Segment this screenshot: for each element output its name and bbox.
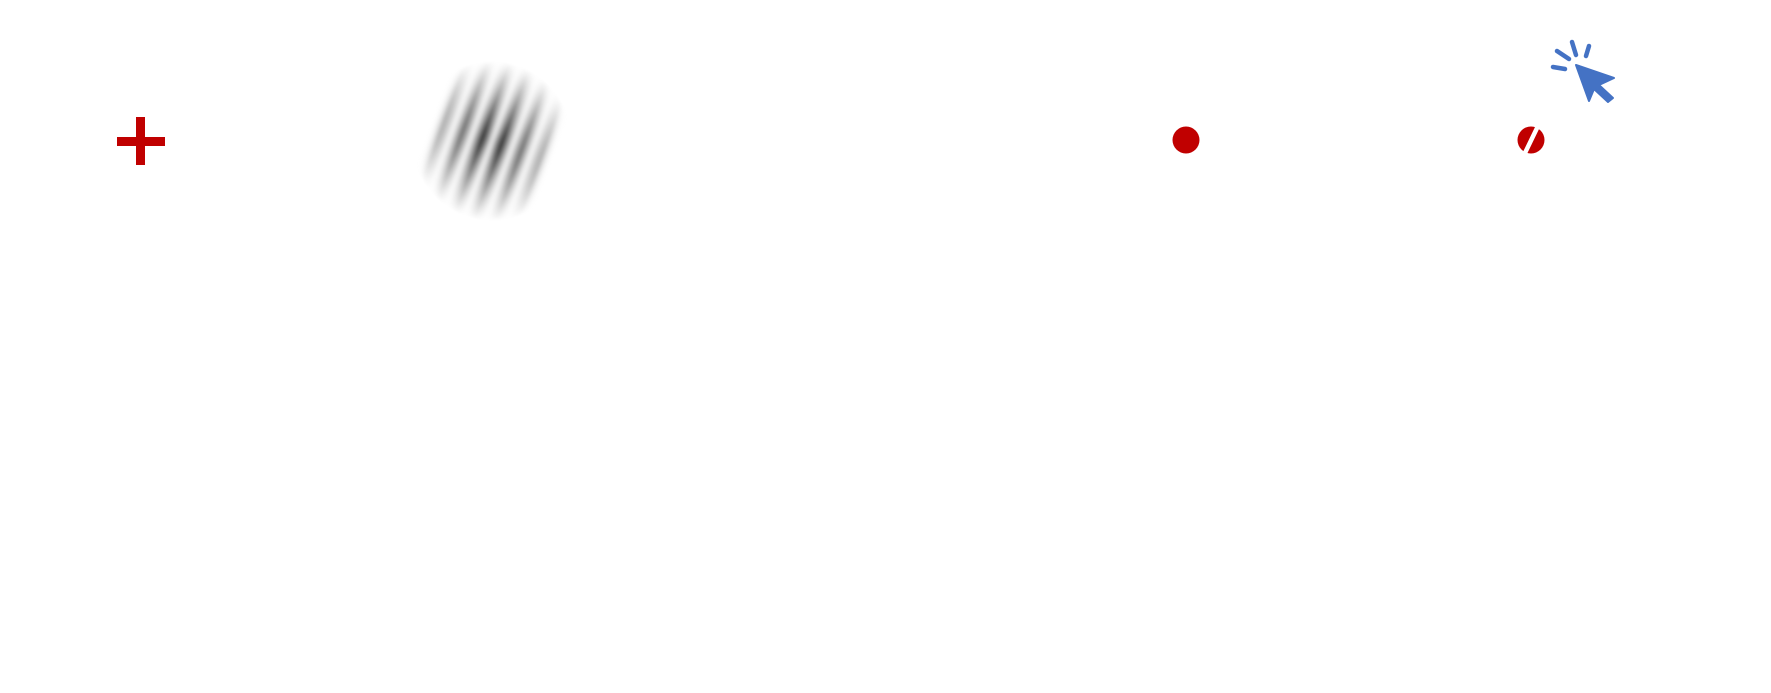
stimulus-sequence-drawing — [117, 30, 1615, 252]
gabor-patch — [401, 30, 583, 252]
red-dot — [1172, 126, 1200, 154]
stimulus-sequence-canvas — [0, 0, 1771, 693]
click-ray — [1569, 39, 1579, 58]
click-ray — [1583, 43, 1592, 59]
filled-circle-icon — [1172, 126, 1200, 154]
mouse-click — [1550, 39, 1615, 103]
plus-icon — [117, 117, 165, 165]
fixation-cross — [117, 117, 165, 165]
crossed-red-dot — [1517, 123, 1545, 158]
cursor-arrow — [1575, 64, 1615, 103]
tilted-grating — [401, 30, 583, 252]
cursor-click-icon — [1550, 39, 1615, 103]
slashed-circle-icon — [1517, 123, 1545, 158]
click-ray — [1550, 64, 1568, 72]
click-ray — [1554, 48, 1572, 62]
